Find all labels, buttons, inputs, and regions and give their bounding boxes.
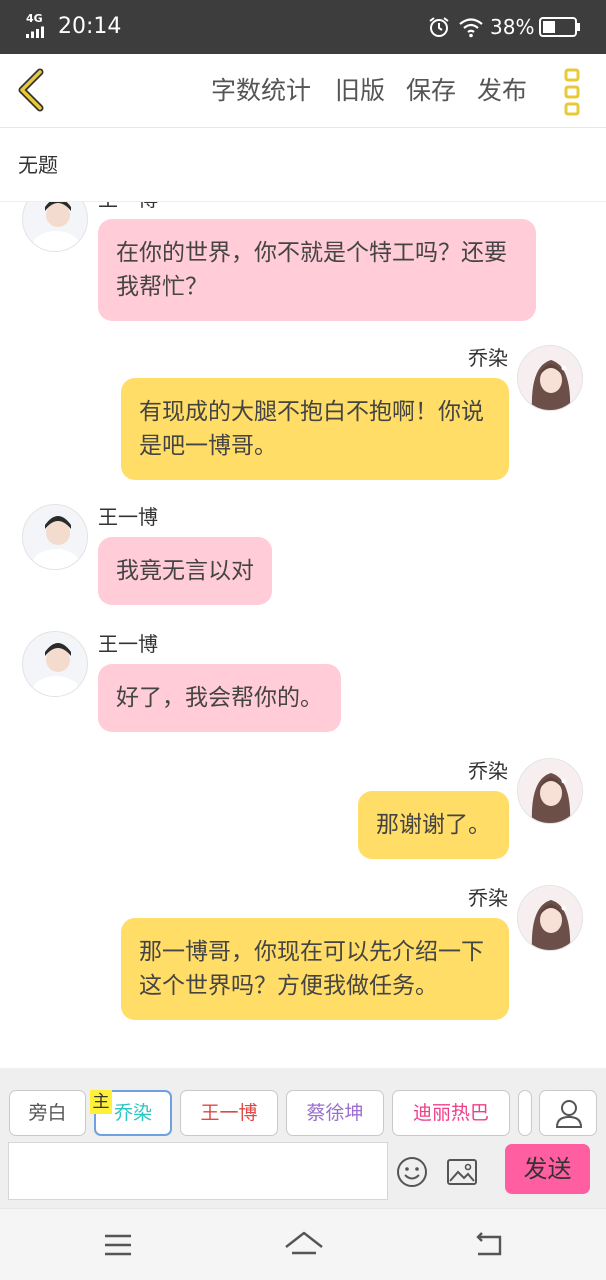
editor-header: 字数统计 旧版 保存 发布 <box>0 54 606 128</box>
word-count-button[interactable]: 字数统计 <box>211 74 311 108</box>
more-vertical-icon[interactable] <box>564 68 582 116</box>
role-tab-narrator[interactable]: 旁白 <box>9 1090 86 1136</box>
role-tab-partial[interactable] <box>518 1090 532 1136</box>
chat-area[interactable]: 王一博 在你的世界，你不就是个特工吗？还要我帮忙？ 乔染 有现成的大腿不抱白不抱… <box>0 202 606 1068</box>
signal-icon <box>26 26 44 38</box>
status-bar: 4G 20:14 38% <box>0 0 606 54</box>
publish-button[interactable]: 发布 <box>477 74 527 108</box>
save-button[interactable]: 保存 <box>406 74 456 108</box>
user-icon <box>555 1100 583 1128</box>
send-button[interactable]: 发送 <box>505 1144 590 1194</box>
avatar-qiao[interactable] <box>517 885 583 951</box>
message-input[interactable] <box>8 1142 388 1200</box>
input-toolbar: 旁白 乔染 主 王一博 蔡徐坤 迪丽热巴 发送 <box>0 1068 606 1208</box>
image-icon[interactable] <box>446 1157 478 1187</box>
speaker-name: 乔染 <box>468 346 508 370</box>
avatar-wang[interactable] <box>22 631 88 697</box>
speaker-name: 王一博 <box>98 202 158 212</box>
avatar-wang[interactable] <box>22 202 88 252</box>
speaker-name: 王一博 <box>98 632 158 656</box>
speaker-name: 乔染 <box>468 759 508 783</box>
speaker-name: 乔染 <box>468 886 508 910</box>
system-nav-bar <box>0 1208 606 1280</box>
role-tab-dilireba[interactable]: 迪丽热巴 <box>392 1090 510 1136</box>
clock: 20:14 <box>58 14 122 39</box>
alarm-icon <box>429 17 449 37</box>
avatar-qiao[interactable] <box>517 758 583 824</box>
story-title-row[interactable]: 无题 <box>0 128 606 202</box>
network-type: 4G <box>26 12 43 25</box>
role-tab-wang[interactable]: 王一博 <box>180 1090 278 1136</box>
message-bubble[interactable]: 有现成的大腿不抱白不抱啊！你说是吧一博哥。 <box>121 378 509 480</box>
story-title[interactable]: 无题 <box>18 152 58 178</box>
avatar-wang[interactable] <box>22 504 88 570</box>
add-role-button[interactable] <box>539 1090 597 1136</box>
battery-icon <box>539 17 580 37</box>
message-bubble[interactable]: 在你的世界，你不就是个特工吗？还要我帮忙？ <box>98 219 536 321</box>
speaker-name: 王一博 <box>98 505 158 529</box>
message-bubble[interactable]: 好了，我会帮你的。 <box>98 664 341 732</box>
menu-icon[interactable] <box>100 1227 136 1263</box>
role-tab-cai[interactable]: 蔡徐坤 <box>286 1090 384 1136</box>
chevron-left-icon[interactable] <box>14 68 50 112</box>
message-bubble[interactable]: 我竟无言以对 <box>98 537 272 605</box>
main-role-badge: 主 <box>90 1090 112 1114</box>
message-bubble[interactable]: 那一博哥，你现在可以先介绍一下这个世界吗？方便我做任务。 <box>121 918 509 1020</box>
wifi-icon <box>459 18 483 38</box>
old-version-button[interactable]: 旧版 <box>335 74 385 108</box>
avatar-qiao[interactable] <box>517 345 583 411</box>
back-arrow-icon[interactable] <box>470 1227 506 1263</box>
battery-percent: 38% <box>490 15 535 39</box>
message-bubble[interactable]: 那谢谢了。 <box>358 791 509 859</box>
home-icon[interactable] <box>283 1227 325 1263</box>
emoji-icon[interactable] <box>396 1156 428 1188</box>
